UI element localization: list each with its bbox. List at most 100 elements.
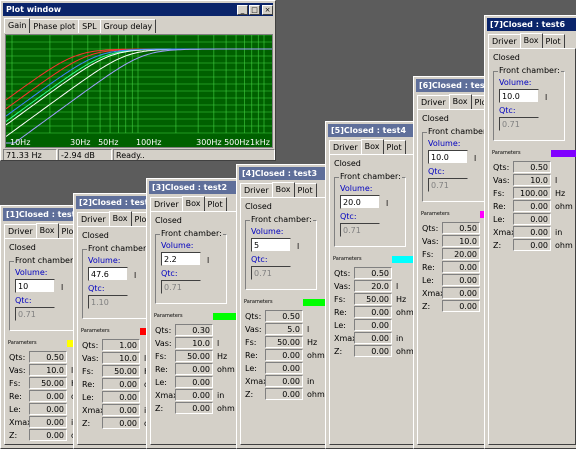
- param-value[interactable]: 0.00: [513, 213, 551, 225]
- qtc-label: Qtc:: [251, 255, 268, 264]
- param-value[interactable]: 0.00: [442, 261, 480, 273]
- param-value[interactable]: 0.00: [513, 200, 551, 212]
- param-value[interactable]: 10.0: [102, 352, 140, 364]
- tab-box[interactable]: Box: [108, 211, 132, 226]
- param-value[interactable]: 0.00: [175, 376, 213, 388]
- param-value[interactable]: 0.50: [29, 351, 67, 363]
- tab-driver[interactable]: Driver: [77, 212, 110, 226]
- param-value[interactable]: 0.00: [354, 345, 392, 357]
- tab-phase-plot[interactable]: Phase plot: [29, 19, 80, 33]
- param-value[interactable]: 50.00: [354, 293, 392, 305]
- param-value[interactable]: 0.00: [29, 403, 67, 415]
- param-label: Le:: [82, 393, 94, 402]
- tab-box[interactable]: Box: [35, 223, 59, 238]
- param-value[interactable]: 0.00: [442, 287, 480, 299]
- tab-gain[interactable]: Gain: [4, 18, 31, 33]
- param-value[interactable]: 0.00: [29, 416, 67, 428]
- param-value[interactable]: 0.00: [175, 389, 213, 401]
- param-value[interactable]: 0.30: [175, 324, 213, 336]
- tab-driver[interactable]: Driver: [4, 224, 37, 238]
- minimize-button[interactable]: _: [237, 5, 248, 15]
- param-value[interactable]: 20.0: [354, 280, 392, 292]
- param-unit: Hz: [396, 295, 407, 304]
- volume-input[interactable]: 10: [15, 279, 55, 293]
- param-value[interactable]: 10.0: [29, 364, 67, 376]
- tab-plot[interactable]: Plot: [293, 183, 317, 197]
- maximize-button[interactable]: □: [249, 5, 260, 15]
- qtc-field: 0.71: [161, 280, 201, 294]
- qtc-label: Qtc:: [15, 296, 32, 305]
- tab-driver[interactable]: Driver: [488, 34, 521, 48]
- param-label: Fs:: [422, 250, 434, 259]
- param-value[interactable]: 0.00: [354, 332, 392, 344]
- param-unit: ohm: [217, 365, 235, 374]
- x-tick-label: 500Hz: [224, 138, 249, 147]
- tab-spl[interactable]: SPL: [78, 19, 101, 33]
- param-value[interactable]: 0.00: [175, 363, 213, 375]
- param-value[interactable]: 0.00: [442, 274, 480, 286]
- volume-unit: l: [134, 271, 137, 280]
- param-label: Fs:: [334, 295, 346, 304]
- qtc-field: 0.71: [428, 178, 468, 192]
- close-button[interactable]: ×: [262, 5, 273, 15]
- parameters-title: Parameters: [244, 299, 273, 305]
- volume-input[interactable]: 10.0: [499, 89, 539, 103]
- tab-plot[interactable]: Plot: [541, 34, 565, 48]
- param-value[interactable]: 0.50: [513, 161, 551, 173]
- param-value[interactable]: 10.0: [513, 174, 551, 186]
- param-value[interactable]: 20.00: [442, 248, 480, 260]
- param-value[interactable]: 10.0: [442, 235, 480, 247]
- tab-box[interactable]: Box: [360, 139, 384, 154]
- param-value[interactable]: 0.00: [175, 402, 213, 414]
- param-label: Vas:: [155, 339, 172, 348]
- param-value[interactable]: 0.00: [102, 378, 140, 390]
- param-value[interactable]: 0.00: [29, 390, 67, 402]
- param-value[interactable]: 0.00: [29, 429, 67, 441]
- param-value[interactable]: 0.50: [354, 267, 392, 279]
- tab-box[interactable]: Box: [181, 196, 205, 211]
- volume-input[interactable]: 47.6: [88, 267, 128, 281]
- param-value[interactable]: 0.00: [265, 362, 303, 374]
- param-value[interactable]: 100.00: [513, 187, 551, 199]
- param-value[interactable]: 0.00: [354, 319, 392, 331]
- tab-driver[interactable]: Driver: [240, 183, 273, 197]
- gain-plot[interactable]: 10Hz 30Hz 50Hz 100Hz 300Hz 500Hz 1kHz: [5, 34, 273, 148]
- param-value[interactable]: 1.00: [102, 339, 140, 351]
- param-value[interactable]: 10.0: [175, 337, 213, 349]
- tab-box[interactable]: Box: [519, 33, 543, 48]
- param-value[interactable]: 50.00: [265, 336, 303, 348]
- tab-plot[interactable]: Plot: [203, 197, 227, 211]
- param-value[interactable]: 0.00: [102, 391, 140, 403]
- param-value[interactable]: 0.00: [442, 300, 480, 312]
- param-row: Z: 0.00 ohm: [489, 239, 576, 252]
- param-value[interactable]: 0.50: [442, 222, 480, 234]
- param-unit: l: [396, 282, 399, 291]
- param-value[interactable]: 5.0: [265, 323, 303, 335]
- param-label: Le:: [155, 378, 167, 387]
- volume-input[interactable]: 10.0: [428, 150, 468, 164]
- param-value[interactable]: 0.00: [513, 226, 551, 238]
- volume-input[interactable]: 2.2: [161, 252, 201, 266]
- curve-color-swatch[interactable]: [551, 150, 576, 157]
- volume-input[interactable]: 20.0: [340, 195, 380, 209]
- tab-driver[interactable]: Driver: [329, 140, 362, 154]
- tab-box[interactable]: Box: [448, 94, 472, 109]
- param-label: Fs:: [245, 338, 257, 347]
- tab-driver[interactable]: Driver: [150, 197, 183, 211]
- param-value[interactable]: 0.00: [102, 417, 140, 429]
- param-value[interactable]: 0.00: [102, 404, 140, 416]
- tab-plot[interactable]: Plot: [382, 140, 406, 154]
- param-value[interactable]: 50.00: [29, 377, 67, 389]
- param-value[interactable]: 0.50: [265, 310, 303, 322]
- tab-group-delay[interactable]: Group delay: [99, 19, 157, 33]
- param-value[interactable]: 0.00: [265, 349, 303, 361]
- param-value[interactable]: 50.00: [102, 365, 140, 377]
- param-value[interactable]: 0.00: [513, 239, 551, 251]
- param-value[interactable]: 50.00: [175, 350, 213, 362]
- volume-input[interactable]: 5: [251, 238, 291, 252]
- param-value[interactable]: 0.00: [265, 388, 303, 400]
- tab-driver[interactable]: Driver: [417, 95, 450, 109]
- param-value[interactable]: 0.00: [265, 375, 303, 387]
- tab-box[interactable]: Box: [271, 182, 295, 197]
- param-value[interactable]: 0.00: [354, 306, 392, 318]
